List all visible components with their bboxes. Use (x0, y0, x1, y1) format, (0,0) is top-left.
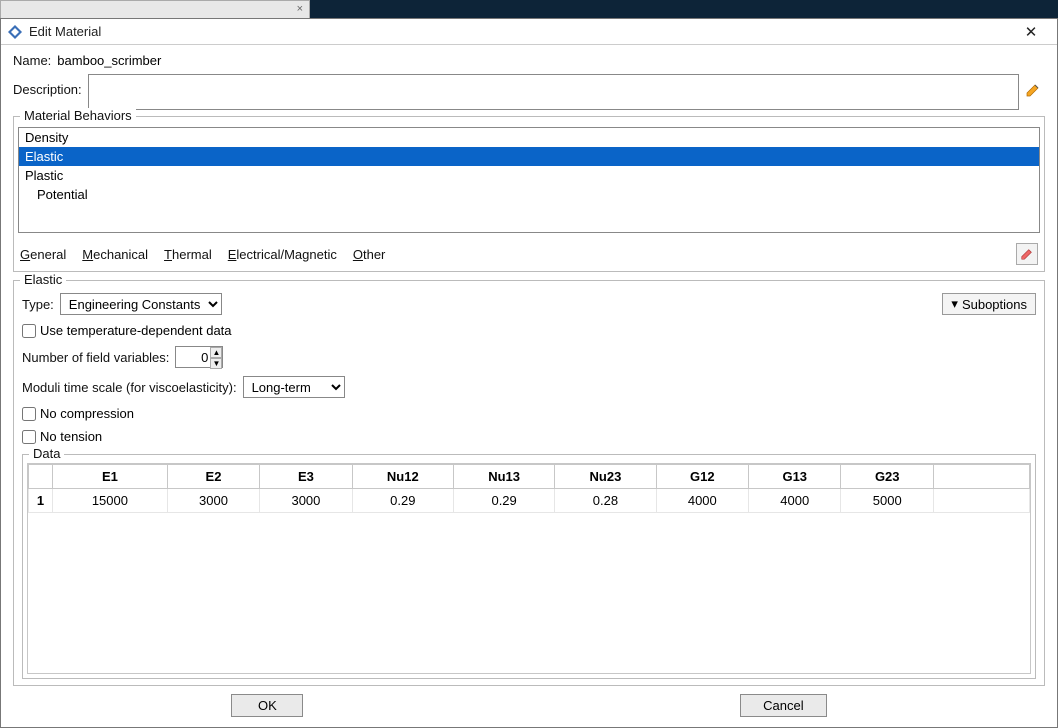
menu-mechanical[interactable]: Mechanical (82, 247, 148, 262)
ok-button[interactable]: OK (231, 694, 303, 717)
use-temp-label: Use temperature-dependent data (40, 323, 232, 338)
table-cell[interactable]: 15000 (53, 489, 168, 513)
col-header-nu13[interactable]: Nu13 (453, 465, 554, 489)
col-header-nu23[interactable]: Nu23 (555, 465, 656, 489)
table-cell[interactable]: 0.29 (352, 489, 453, 513)
menu-electrical-magnetic[interactable]: Electrical/Magnetic (228, 247, 337, 262)
table-cell[interactable]: 3000 (260, 489, 352, 513)
type-row: Type: Engineering Constants ▾ Suboptions (22, 293, 1036, 315)
behaviors-list[interactable]: DensityElasticPlasticPotential (18, 127, 1040, 233)
edit-material-dialog: Edit Material ✕ Name: bamboo_scrimber De… (0, 18, 1058, 728)
description-input[interactable] (88, 74, 1019, 110)
elastic-group: Elastic Type: Engineering Constants ▾ Su… (13, 280, 1045, 686)
col-header-g12[interactable]: G12 (656, 465, 748, 489)
name-row: Name: bamboo_scrimber (13, 53, 1045, 68)
dialog-button-row: OK Cancel (13, 686, 1045, 721)
no-tension-checkbox[interactable] (22, 430, 36, 444)
table-cell[interactable]: 4000 (749, 489, 841, 513)
behaviors-menubar: General Mechanical Thermal Electrical/Ma… (14, 239, 1044, 271)
suboptions-button[interactable]: ▾ Suboptions (942, 293, 1036, 315)
behavior-item-plastic[interactable]: Plastic (19, 166, 1039, 185)
no-compression-checkbox[interactable] (22, 407, 36, 421)
col-header-nu12[interactable]: Nu12 (352, 465, 453, 489)
description-row: Description: (13, 74, 1045, 110)
data-grid[interactable]: E1E2E3Nu12Nu13Nu23G12G13G231150003000300… (27, 463, 1031, 674)
type-select[interactable]: Engineering Constants (60, 293, 222, 315)
material-behaviors-group: Material Behaviors DensityElasticPlastic… (13, 116, 1045, 272)
name-value: bamboo_scrimber (57, 53, 161, 68)
edit-description-icon[interactable] (1025, 82, 1045, 102)
no-tension-label: No tension (40, 429, 102, 444)
bg-tab-close-icon[interactable]: × (297, 3, 303, 15)
menu-other[interactable]: Other (353, 247, 386, 262)
description-label: Description: (13, 82, 82, 97)
behavior-item-potential[interactable]: Potential (19, 185, 1039, 204)
menu-general[interactable]: General (20, 247, 66, 262)
suboptions-label: Suboptions (962, 297, 1027, 312)
data-group: Data E1E2E3Nu12Nu13Nu23G12G13G2311500030… (22, 454, 1036, 679)
field-vars-spin-down[interactable]: ▼ (210, 358, 222, 369)
col-header-e2[interactable]: E2 (167, 465, 259, 489)
no-compression-label: No compression (40, 406, 134, 421)
titlebar: Edit Material ✕ (1, 19, 1057, 45)
dialog-body: Name: bamboo_scrimber Description: Mater… (1, 45, 1057, 727)
app-icon (7, 24, 23, 40)
window-title: Edit Material (29, 24, 1011, 39)
delete-behavior-button[interactable] (1016, 243, 1038, 265)
moduli-label: Moduli time scale (for viscoelasticity): (22, 380, 237, 395)
menu-thermal[interactable]: Thermal (164, 247, 212, 262)
type-label: Type: (22, 297, 54, 312)
background-tab: × (0, 0, 310, 18)
table-cell[interactable]: 4000 (656, 489, 748, 513)
field-vars-label: Number of field variables: (22, 350, 169, 365)
material-behaviors-legend: Material Behaviors (20, 108, 136, 123)
window-close-button[interactable]: ✕ (1011, 19, 1051, 45)
col-header-e3[interactable]: E3 (260, 465, 352, 489)
table-cell[interactable]: 3000 (167, 489, 259, 513)
table-cell[interactable]: 0.29 (453, 489, 554, 513)
data-legend: Data (29, 446, 64, 461)
moduli-select[interactable]: Long-term (243, 376, 345, 398)
dropdown-triangle-icon: ▾ (951, 296, 958, 312)
use-temp-checkbox[interactable] (22, 324, 36, 338)
elastic-legend: Elastic (20, 272, 66, 287)
table-cell[interactable]: 0.28 (555, 489, 656, 513)
name-label: Name: (13, 53, 51, 68)
behavior-item-elastic[interactable]: Elastic (19, 147, 1039, 166)
behavior-item-density[interactable]: Density (19, 128, 1039, 147)
table-cell[interactable]: 5000 (841, 489, 934, 513)
table-row[interactable]: 115000300030000.290.290.28400040005000 (29, 489, 1030, 513)
col-header-g13[interactable]: G13 (749, 465, 841, 489)
col-header-e1[interactable]: E1 (53, 465, 168, 489)
field-vars-spin-up[interactable]: ▲ (210, 347, 222, 358)
cancel-button[interactable]: Cancel (740, 694, 826, 717)
col-header-g23[interactable]: G23 (841, 465, 934, 489)
